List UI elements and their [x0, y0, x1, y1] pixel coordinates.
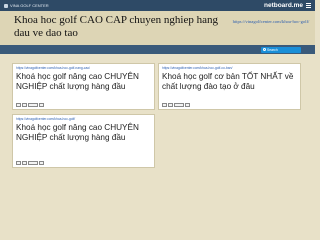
card-action-button[interactable] [168, 103, 173, 107]
link-card[interactable]: https://vinagolfcenter.com/khoa-hoc-golf… [158, 63, 301, 110]
card-action-button[interactable] [16, 161, 21, 165]
search-icon [263, 48, 266, 51]
card-title[interactable]: Khoá học golf nâng cao CHUYÊN NGHIỆP chấ… [16, 72, 151, 92]
card-action-button[interactable] [28, 161, 38, 165]
card-url-link[interactable]: https://vinagolfcenter.com/khoa-hoc-golf… [162, 66, 297, 70]
card-action-button[interactable] [28, 103, 38, 107]
card-action-button[interactable] [22, 103, 27, 107]
card-action-button[interactable] [162, 103, 167, 107]
search-label: Search [267, 47, 278, 52]
card-action-button[interactable] [39, 103, 44, 107]
card-actions [162, 103, 190, 107]
site-tag[interactable]: VINA GOLF CENTER [4, 3, 49, 8]
card-actions [16, 103, 44, 107]
board-url-link[interactable]: https://vinagolfcenter.com/khoa-hoc-golf… [230, 19, 312, 25]
card-actions [16, 161, 44, 165]
link-card[interactable]: https://vinagolfcenter.com/khoa-hoc-golf… [12, 63, 155, 110]
card-title[interactable]: Khoá học golf cơ bản TỐT NHẤT về chất lư… [162, 72, 297, 92]
card-action-button[interactable] [174, 103, 184, 107]
card-title[interactable]: Khoá học golf nâng cao CHUYÊN NGHIỆP chấ… [16, 123, 151, 143]
search-button[interactable]: Search [261, 46, 301, 53]
link-card[interactable]: https://vinagolfcenter.com/khoa-hoc-golf… [12, 114, 155, 168]
card-action-button[interactable] [185, 103, 190, 107]
card-url-link[interactable]: https://vinagolfcenter.com/khoa-hoc-golf… [16, 117, 151, 121]
netboard-brand[interactable]: netboard.me [264, 2, 303, 9]
card-action-button[interactable] [16, 103, 21, 107]
top-bar: VINA GOLF CENTER netboard.me [0, 0, 315, 11]
site-tag-label: VINA GOLF CENTER [10, 3, 49, 8]
menu-icon[interactable] [306, 3, 311, 8]
nav-bar: Search [0, 45, 315, 54]
site-logo-icon [4, 3, 8, 8]
card-action-button[interactable] [22, 161, 27, 165]
board-title: Khoa hoc golf CAO CAP chuyen nghiep hang… [14, 14, 218, 39]
brand-area: netboard.me [264, 2, 311, 9]
card-action-button[interactable] [39, 161, 44, 165]
card-url-link[interactable]: https://vinagolfcenter.com/khoa-hoc-golf… [16, 66, 151, 70]
